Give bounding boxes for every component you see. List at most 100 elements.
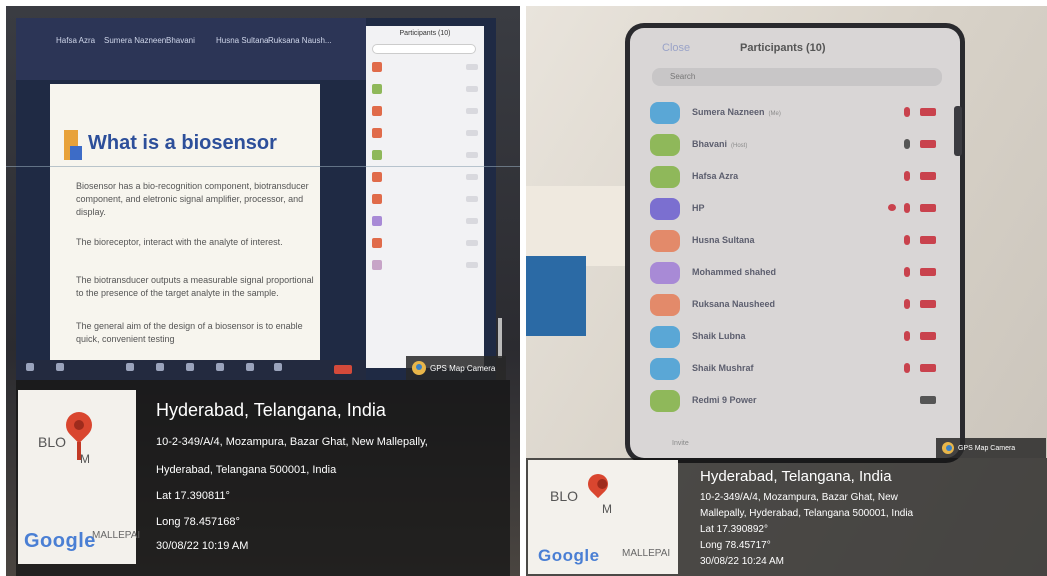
reactions-icon[interactable] <box>246 363 254 371</box>
apps-icon[interactable] <box>274 363 282 371</box>
gps-badge-label: GPS Map Camera <box>958 444 1016 452</box>
participant-row[interactable] <box>372 172 478 184</box>
zoom-toolbar <box>16 360 366 380</box>
participant-name: Ruksana Nausheed <box>692 299 776 309</box>
phone-side-button <box>954 106 962 156</box>
left-photo: Hafsa Azra Sumera Nazneen Bhavani Husna … <box>6 6 520 576</box>
laptop-screen: Hafsa Azra Sumera Nazneen Bhavani Husna … <box>16 18 502 380</box>
gps-camera-icon <box>942 442 954 454</box>
participant-row[interactable] <box>372 216 478 228</box>
participant-row[interactable]: Shaik Lubna <box>650 326 950 352</box>
search-input[interactable]: Search <box>652 68 942 86</box>
right-photo: Close Participants (10) Search Sumera Na… <box>526 6 1047 576</box>
avatar <box>372 238 382 248</box>
avatar <box>372 216 382 226</box>
participant-row[interactable] <box>372 128 478 140</box>
end-meeting-button[interactable] <box>334 365 352 374</box>
record-icon[interactable] <box>216 363 224 371</box>
zoom-gallery-strip: Hafsa Azra Sumera Nazneen Bhavani Husna … <box>16 18 366 80</box>
avatar <box>650 390 680 412</box>
phone-header: Close Participants (10) <box>630 28 960 58</box>
mic-icon <box>466 152 478 158</box>
scrollbar[interactable] <box>498 318 502 358</box>
slide-title: What is a biosensor <box>88 132 277 154</box>
mic-icon <box>466 218 478 224</box>
participant-row[interactable]: Ruksana Nausheed <box>650 294 950 320</box>
mic-muted-icon <box>904 299 910 309</box>
location-title: Hyderabad, Telangana, India <box>700 468 892 485</box>
avatar <box>372 172 382 182</box>
avatar <box>650 294 680 316</box>
participant-name: Hafsa Azra <box>692 171 739 181</box>
participant-name: Redmi 9 Power <box>692 395 757 405</box>
participants-search-input[interactable] <box>372 44 476 54</box>
presentation-slide: What is a biosensor Biosensor has a bio-… <box>50 84 320 360</box>
mic-icon <box>466 64 478 70</box>
location-overlay: BLO M Google MALLEPAI Hyderabad, Telanga… <box>526 458 1047 576</box>
participants-icon[interactable] <box>126 363 134 371</box>
google-logo: Google <box>24 530 96 552</box>
participants-panel: Participants (10) <box>366 26 484 368</box>
close-button[interactable]: Close <box>662 42 690 54</box>
mute-icon[interactable] <box>26 363 34 371</box>
gallery-name: Ruksana Naush... <box>268 36 332 45</box>
participant-row[interactable] <box>372 238 478 250</box>
map-label: MALLEPAI <box>92 530 141 541</box>
location-overlay: BLO M Google MALLEPAI Hyderabad, Telanga… <box>16 380 510 576</box>
participant-row[interactable] <box>372 62 478 74</box>
video-off-icon <box>920 236 936 244</box>
mic-icon <box>466 240 478 246</box>
participant-row[interactable]: Redmi 9 Power <box>650 390 950 416</box>
video-off-icon <box>920 204 936 212</box>
participant-row[interactable]: Bhavani (Host) <box>650 134 950 160</box>
slide-paragraph: The biotransducer outputs a measurable s… <box>76 275 314 298</box>
video-off-icon <box>920 108 936 116</box>
participant-row[interactable] <box>372 194 478 206</box>
avatar <box>372 194 382 204</box>
participant-name: Bhavani (Host) <box>692 139 748 149</box>
avatar <box>372 84 382 94</box>
divider <box>6 166 520 167</box>
participant-row[interactable] <box>372 150 478 162</box>
mic-muted-icon <box>904 267 910 277</box>
participant-name: Shaik Lubna <box>692 331 746 341</box>
participant-row[interactable]: Shaik Mushraf <box>650 358 950 384</box>
participant-row[interactable] <box>372 106 478 118</box>
mic-icon <box>466 174 478 180</box>
mic-icon <box>466 262 478 268</box>
chat-icon[interactable] <box>156 363 164 371</box>
map-thumbnail: BLO M Google MALLEPAI <box>18 390 140 564</box>
participant-name: Mohammed shahed <box>692 267 777 277</box>
participants-title: Participants (10) <box>740 42 826 54</box>
mic-muted-icon <box>904 235 910 245</box>
participant-name: Sumera Nazneen (Me) <box>692 107 781 117</box>
map-label: M <box>602 502 612 516</box>
mic-icon <box>466 130 478 136</box>
participant-row[interactable] <box>372 260 478 272</box>
participant-row[interactable] <box>372 84 478 96</box>
avatar <box>650 166 680 188</box>
participant-row[interactable]: Mohammed shahed <box>650 262 950 288</box>
slide-paragraph: The bioreceptor, interact with the analy… <box>76 237 283 247</box>
avatar <box>650 134 680 156</box>
latitude: Lat 17.390811° <box>156 490 230 502</box>
share-icon[interactable] <box>186 363 194 371</box>
phone-screen: Close Participants (10) Search Sumera Na… <box>630 28 960 458</box>
gps-map-camera-badge: GPS Map Camera <box>406 356 506 380</box>
map-label: BLO <box>38 434 67 450</box>
gps-badge-label: GPS Map Camera <box>430 363 496 373</box>
video-off-icon <box>920 140 936 148</box>
gallery-name: Bhavani <box>166 36 195 45</box>
participant-row[interactable]: HP <box>650 198 950 224</box>
invite-button[interactable]: Invite <box>672 440 689 447</box>
avatar <box>372 150 382 160</box>
avatar <box>650 326 680 348</box>
participant-row[interactable]: Hafsa Azra <box>650 166 950 192</box>
participant-row[interactable]: Sumera Nazneen (Me) <box>650 102 950 128</box>
avatar <box>650 198 680 220</box>
participant-row[interactable]: Husna Sultana <box>650 230 950 256</box>
video-icon[interactable] <box>56 363 64 371</box>
avatar <box>372 128 382 138</box>
gps-camera-icon <box>412 361 426 375</box>
map-label: BLO <box>550 488 579 504</box>
